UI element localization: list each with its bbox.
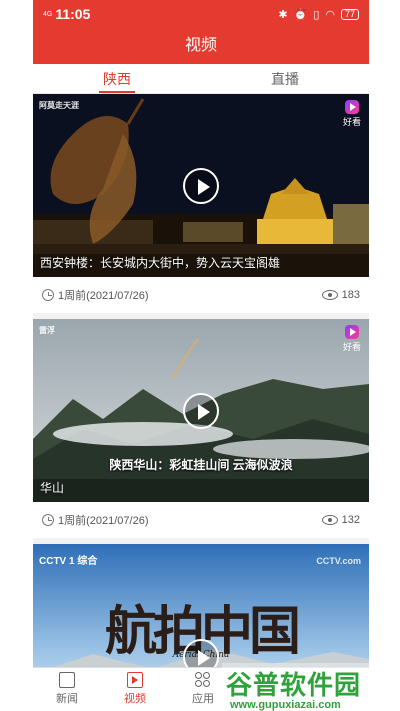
site-watermark: 谷普软件园 www.gupuxiazai.com [222, 663, 400, 711]
network-indicator: 4G [43, 10, 53, 18]
video-thumbnail[interactable]: 雷浮 好看 陕西华山：彩虹挂山间 云海似波浪 华山 [33, 319, 369, 502]
clock-icon [42, 289, 54, 301]
wifi-icon: ◠ [325, 8, 335, 21]
clock-icon [42, 514, 54, 526]
video-thumbnail[interactable]: 阿莫走天涯 好看 西安钟楼：长安城内大街中，势入云天宝阁雄 [33, 94, 369, 277]
channel-watermark: 阿莫走天涯 [39, 101, 79, 110]
video-feed[interactable]: 阿莫走天涯 好看 西安钟楼：长安城内大街中，势入云天宝阁雄 1周前(2021/0… [33, 94, 369, 667]
video-time: 1周前(2021/07/26) [58, 515, 149, 527]
video-thumbnail[interactable]: CCTV 1 综合 CCTV.com 航拍中国 Aerial China [33, 544, 369, 667]
haokan-logo-icon [345, 325, 359, 339]
channel-watermark: 雷浮 [39, 326, 55, 335]
apps-icon [195, 672, 211, 688]
haokan-logo-icon [345, 100, 359, 114]
haokan-label: 好看 [342, 117, 361, 127]
battery-icon: 77 [340, 8, 359, 20]
video-overlay-title: 陕西华山：彩虹挂山间 云海似波浪 [109, 458, 293, 472]
video-time: 1周前(2021/07/26) [58, 290, 149, 302]
view-count: 132 [321, 514, 360, 526]
haokan-badge: 好看 [341, 325, 363, 353]
tab-shaanxi[interactable]: 陕西 [33, 64, 201, 93]
status-bar: 4G 11:05 ✱ ⏰ ▯ ◠ 77 [33, 0, 369, 28]
tab-live[interactable]: 直播 [201, 64, 369, 93]
eye-icon [321, 290, 338, 300]
haokan-label: 好看 [342, 342, 361, 352]
haokan-badge: 好看 [341, 100, 363, 128]
video-meta: 1周前(2021/07/26) 183 [33, 277, 369, 313]
nav-news[interactable]: 新闻 [33, 668, 101, 711]
nav-news-label: 新闻 [56, 693, 78, 705]
video-caption: 西安钟楼：长安城内大街中，势入云天宝阁雄 [40, 256, 281, 270]
cctv-com-logo: CCTV.com [316, 556, 361, 566]
video-card[interactable]: CCTV 1 综合 CCTV.com 航拍中国 Aerial China [33, 544, 369, 667]
video-icon [127, 672, 143, 688]
video-card[interactable]: 阿莫走天涯 好看 西安钟楼：长安城内大街中，势入云天宝阁雄 1周前(2021/0… [33, 94, 369, 313]
video-card[interactable]: 雷浮 好看 陕西华山：彩虹挂山间 云海似波浪 华山 1周前(2021/07/26… [33, 319, 369, 538]
vibrate-icon: ▯ [313, 8, 320, 21]
video-meta: 1周前(2021/07/26) 132 [33, 502, 369, 538]
watermark-brand: 谷普软件园 [226, 670, 362, 700]
alarm-icon: ⏰ [293, 8, 308, 21]
nav-video[interactable]: 视频 [101, 668, 169, 711]
view-count-value: 183 [341, 289, 360, 301]
view-count-value: 132 [341, 514, 360, 526]
play-button[interactable] [183, 392, 219, 429]
eye-icon [321, 515, 338, 525]
status-icons: ✱ ⏰ ▯ ◠ 77 [278, 8, 359, 21]
play-button[interactable] [183, 639, 219, 667]
watermark-url: www.gupuxiazai.com [230, 699, 341, 711]
play-button[interactable] [183, 167, 219, 204]
cctv-logo: CCTV 1 综合 [39, 556, 98, 567]
view-count: 183 [321, 289, 360, 301]
bluetooth-icon: ✱ [278, 8, 288, 21]
video-caption: 华山 [40, 481, 65, 495]
nav-video-label: 视频 [124, 693, 146, 705]
status-time: 11:05 [55, 6, 91, 22]
phone-screen: 4G 11:05 ✱ ⏰ ▯ ◠ 77 视频 陕西 直播 阿莫走天涯 好看 西安… [33, 0, 369, 711]
nav-apps-label: 应用 [192, 693, 214, 705]
page-title: 视频 [33, 28, 369, 64]
category-tabs: 陕西 直播 [33, 64, 369, 94]
news-icon [59, 672, 75, 688]
